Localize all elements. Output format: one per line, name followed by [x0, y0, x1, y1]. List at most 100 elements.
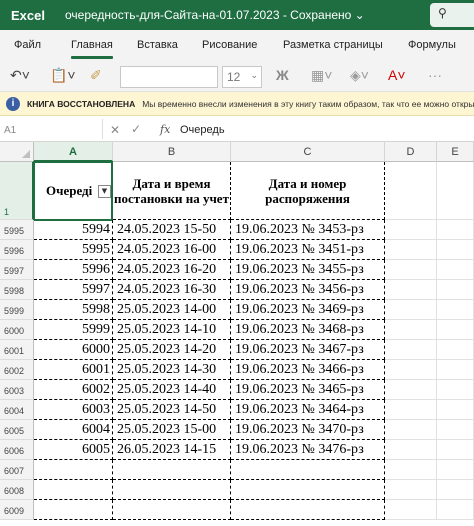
row-header[interactable]: 6002: [0, 360, 34, 380]
table-cell[interactable]: 6004: [34, 420, 113, 440]
format-painter-icon[interactable]: ✐: [90, 67, 102, 84]
font-size-box[interactable]: 12 ⌄: [222, 66, 262, 88]
search-box[interactable]: ⚲: [430, 3, 474, 27]
table-cell[interactable]: [437, 480, 474, 500]
table-cell[interactable]: [231, 460, 385, 480]
table-cell[interactable]: 19.06.2023 № 3456-рз: [231, 280, 385, 300]
table-cell[interactable]: 6002: [34, 380, 113, 400]
borders-icon[interactable]: ▦˅: [311, 67, 332, 84]
table-cell[interactable]: 19.06.2023 № 3455-рз: [231, 260, 385, 280]
table-cell[interactable]: 19.06.2023 № 3464-рз: [231, 400, 385, 420]
font-color-icon[interactable]: A˅: [388, 67, 406, 83]
table-cell[interactable]: [385, 320, 437, 340]
undo-icon[interactable]: ↶˅: [10, 67, 30, 84]
header-cell-order[interactable]: Дата и номер распоряжения: [231, 162, 385, 220]
table-cell[interactable]: [385, 420, 437, 440]
table-cell[interactable]: 25.05.2023 14-50: [113, 400, 231, 420]
table-cell[interactable]: 19.06.2023 № 3470-рз: [231, 420, 385, 440]
bold-button[interactable]: Ж: [276, 67, 289, 83]
table-cell[interactable]: [113, 460, 231, 480]
table-cell[interactable]: [385, 240, 437, 260]
row-header[interactable]: 1: [0, 162, 34, 220]
row-header[interactable]: 6004: [0, 400, 34, 420]
table-cell[interactable]: 24.05.2023 16-00: [113, 240, 231, 260]
table-cell[interactable]: [437, 420, 474, 440]
font-name-box[interactable]: [120, 66, 218, 88]
table-cell[interactable]: 25.05.2023 14-20: [113, 340, 231, 360]
table-cell[interactable]: 5999: [34, 320, 113, 340]
tab-page-layout[interactable]: Разметка страницы: [283, 39, 383, 51]
table-cell[interactable]: 6003: [34, 400, 113, 420]
header-cell-date[interactable]: Дата и время постановки на учет: [113, 162, 231, 220]
table-cell[interactable]: 19.06.2023 № 3466-рз: [231, 360, 385, 380]
fill-color-icon[interactable]: ◈˅: [350, 67, 369, 84]
row-header[interactable]: 6006: [0, 440, 34, 460]
table-cell[interactable]: 6001: [34, 360, 113, 380]
insert-function-button[interactable]: fx: [160, 123, 170, 136]
table-cell[interactable]: 25.05.2023 15-00: [113, 420, 231, 440]
table-cell[interactable]: [437, 500, 474, 520]
table-cell[interactable]: [34, 460, 113, 480]
table-cell[interactable]: [437, 340, 474, 360]
table-cell[interactable]: 24.05.2023 16-20: [113, 260, 231, 280]
table-cell[interactable]: 19.06.2023 № 3451-рз: [231, 240, 385, 260]
table-cell[interactable]: [113, 480, 231, 500]
column-header-b[interactable]: B: [113, 142, 231, 162]
tab-formulas[interactable]: Формулы: [408, 39, 456, 51]
column-header-a[interactable]: A: [34, 142, 113, 162]
filter-dropdown-icon[interactable]: ▼: [98, 185, 111, 198]
table-cell[interactable]: [231, 480, 385, 500]
table-cell[interactable]: 5995: [34, 240, 113, 260]
table-cell[interactable]: 6005: [34, 440, 113, 460]
table-cell[interactable]: [385, 220, 437, 240]
row-header[interactable]: 6008: [0, 480, 34, 500]
tab-file[interactable]: Файл: [14, 39, 41, 51]
table-cell[interactable]: 5994: [34, 220, 113, 240]
confirm-icon[interactable]: ✓: [131, 122, 141, 136]
row-header[interactable]: 5999: [0, 300, 34, 320]
table-cell[interactable]: 25.05.2023 14-00: [113, 300, 231, 320]
cell[interactable]: [437, 162, 474, 220]
table-cell[interactable]: [385, 300, 437, 320]
table-cell[interactable]: 5996: [34, 260, 113, 280]
table-cell[interactable]: [437, 360, 474, 380]
table-cell[interactable]: [385, 280, 437, 300]
select-all-button[interactable]: [0, 142, 34, 162]
table-cell[interactable]: 19.06.2023 № 3469-рз: [231, 300, 385, 320]
table-cell[interactable]: [437, 300, 474, 320]
tab-insert[interactable]: Вставка: [137, 39, 178, 51]
row-header[interactable]: 5996: [0, 240, 34, 260]
table-cell[interactable]: [437, 260, 474, 280]
row-header[interactable]: 5998: [0, 280, 34, 300]
paste-icon[interactable]: 📋˅: [50, 67, 76, 84]
table-cell[interactable]: [437, 280, 474, 300]
table-cell[interactable]: 25.05.2023 14-10: [113, 320, 231, 340]
row-header[interactable]: 5997: [0, 260, 34, 280]
tab-draw[interactable]: Рисование: [202, 39, 257, 51]
table-cell[interactable]: [437, 400, 474, 420]
table-cell[interactable]: 5998: [34, 300, 113, 320]
row-header[interactable]: 6009: [0, 500, 34, 520]
formula-input[interactable]: Очередь: [180, 124, 225, 136]
tab-home[interactable]: Главная: [71, 39, 113, 51]
table-cell[interactable]: [437, 320, 474, 340]
table-cell[interactable]: 25.05.2023 14-30: [113, 360, 231, 380]
cell[interactable]: [385, 162, 437, 220]
table-cell[interactable]: [385, 340, 437, 360]
table-cell[interactable]: 26.05.2023 14-15: [113, 440, 231, 460]
row-header[interactable]: 6003: [0, 380, 34, 400]
table-cell[interactable]: [385, 460, 437, 480]
table-cell[interactable]: [437, 380, 474, 400]
table-cell[interactable]: [437, 460, 474, 480]
table-cell[interactable]: [34, 480, 113, 500]
table-cell[interactable]: [34, 500, 113, 520]
column-header-d[interactable]: D: [385, 142, 437, 162]
table-cell[interactable]: [113, 500, 231, 520]
table-cell[interactable]: [437, 220, 474, 240]
table-cell[interactable]: 19.06.2023 № 3476-рз: [231, 440, 385, 460]
table-cell[interactable]: [231, 500, 385, 520]
table-cell[interactable]: [385, 480, 437, 500]
table-cell[interactable]: [437, 240, 474, 260]
row-header[interactable]: 6007: [0, 460, 34, 480]
cancel-icon[interactable]: ✕: [110, 123, 120, 137]
